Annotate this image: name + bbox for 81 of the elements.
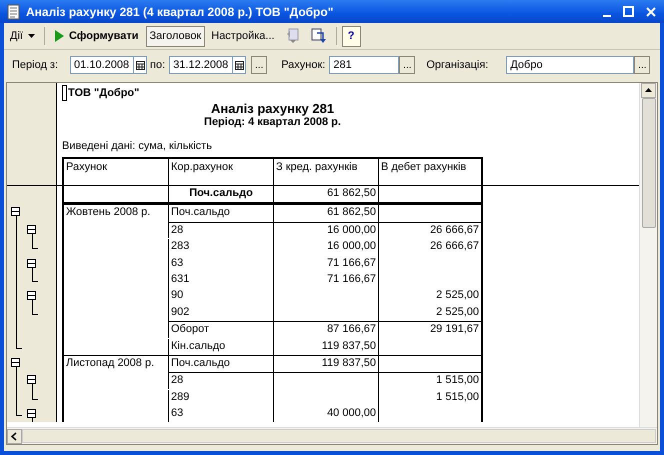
account-select-button[interactable]: ... [399, 56, 416, 74]
table-cell: 26 666,67 [379, 222, 481, 240]
period-from-label: Період з: [12, 59, 58, 71]
table-cell: 90 [169, 288, 274, 305]
table-cell: Поч.сальдо [169, 186, 274, 202]
column-header: Рахунок [64, 159, 169, 185]
table-cell: 902 [169, 304, 274, 322]
collapse-button[interactable] [27, 409, 36, 418]
vertical-scrollbar[interactable] [639, 83, 657, 427]
document-icon [6, 4, 22, 20]
table-cell: 119 837,50 [274, 354, 379, 372]
table-cell: 63 [169, 256, 274, 272]
table-cell: Поч.сальдо [169, 354, 274, 372]
table-cell: Оборот [169, 321, 274, 339]
date-field[interactable]: 31.12.2008 [169, 56, 234, 74]
table-cell: 61 862,50 [274, 186, 379, 202]
table-cell: 289 [169, 390, 274, 406]
table-cell: 61 862,50 [274, 204, 379, 222]
generate-button[interactable]: Сформувати [50, 26, 144, 46]
calendar-button[interactable] [233, 56, 246, 74]
period-select-button[interactable]: ... [251, 56, 268, 74]
table-cell: Кін.сальдо [169, 338, 274, 355]
collapse-button[interactable] [27, 258, 36, 268]
table-cell: 28 [169, 372, 274, 390]
close-icon [646, 6, 656, 16]
collapse-button[interactable] [27, 375, 36, 384]
table-cell: 283 [169, 239, 274, 256]
table-cell: 40 000,00 [274, 406, 379, 422]
table-cell-text: 1 515,00 [435, 390, 480, 405]
organization-label: Організація: [426, 59, 488, 71]
table-cell: 71 166,67 [274, 256, 379, 272]
table-cell-text: 2 525,00 [435, 304, 480, 320]
calendar-button[interactable] [134, 56, 148, 74]
settings-button[interactable]: Настройка... [207, 26, 279, 46]
table-cell: Поч.сальдо [169, 204, 274, 222]
shown-data-text: Виведені дані: сума, кількість [62, 140, 213, 154]
scrollbar-thumb[interactable] [642, 98, 656, 228]
account-label: Рахунок: [281, 59, 326, 71]
period-to-label: по: [150, 59, 166, 71]
table-cell: 63 [169, 406, 274, 422]
table-cell-text: 26 666,67 [429, 239, 480, 254]
collapse-button[interactable] [27, 291, 36, 300]
document-arrow-icon [284, 28, 301, 44]
table-cell: Листопад 2008 р. [64, 354, 169, 372]
collapse-button[interactable] [27, 224, 36, 234]
table-cell: 16 000,00 [274, 222, 379, 240]
calendar-icon [234, 60, 244, 70]
maximize-icon [623, 6, 634, 17]
collapse-button[interactable] [11, 358, 20, 367]
actions-menu-button[interactable]: Дії [6, 26, 39, 46]
company-name: ТОВ "Добро" [68, 87, 140, 99]
calendar-icon [136, 60, 145, 70]
table-cell: 29 191,67 [379, 321, 481, 339]
table-cell: 119 837,50 [274, 338, 379, 355]
scrollbar-thumb[interactable] [22, 429, 656, 443]
column-header: В дебет рахунків [380, 160, 468, 175]
table-cell: 1 515,00 [379, 372, 481, 390]
help-button[interactable]: ? [342, 26, 361, 46]
table-cell: 16 000,00 [274, 239, 379, 256]
table-cell: Жовтень 2008 р. [64, 204, 169, 222]
collapse-button[interactable] [11, 207, 20, 216]
report-title: Аналіз рахунку 281 [210, 101, 336, 116]
table-cell: 87 166,67 [274, 321, 379, 339]
document-arrow-icon [310, 28, 327, 44]
table-cell: 28 [169, 222, 274, 240]
date-field[interactable]: 01.10.2008 [70, 56, 134, 74]
window-title: Аналіз рахунку 281 (4 квартал 2008 р.) ТОВ "Добро" [26, 4, 334, 18]
account-field[interactable]: 281 [329, 56, 400, 74]
column-header: З кред. рахунків [274, 159, 379, 185]
report-period: Період: 4 квартал 2008 р. [203, 116, 342, 128]
organization-field[interactable]: Добро [506, 56, 634, 74]
minimize-icon [603, 14, 611, 16]
organization-select-button[interactable]: ... [634, 56, 650, 74]
horizontal-scrollbar[interactable] [7, 427, 657, 444]
header-toggle-button[interactable]: Заголовок [146, 26, 206, 46]
table-cell: 631 [169, 272, 274, 288]
play-icon [54, 30, 64, 42]
column-header: Кор.рахунок [169, 159, 274, 185]
table-cell-text: 2 525,00 [435, 288, 480, 304]
table-cell: 71 166,67 [274, 272, 379, 288]
caret-icon [28, 34, 35, 38]
